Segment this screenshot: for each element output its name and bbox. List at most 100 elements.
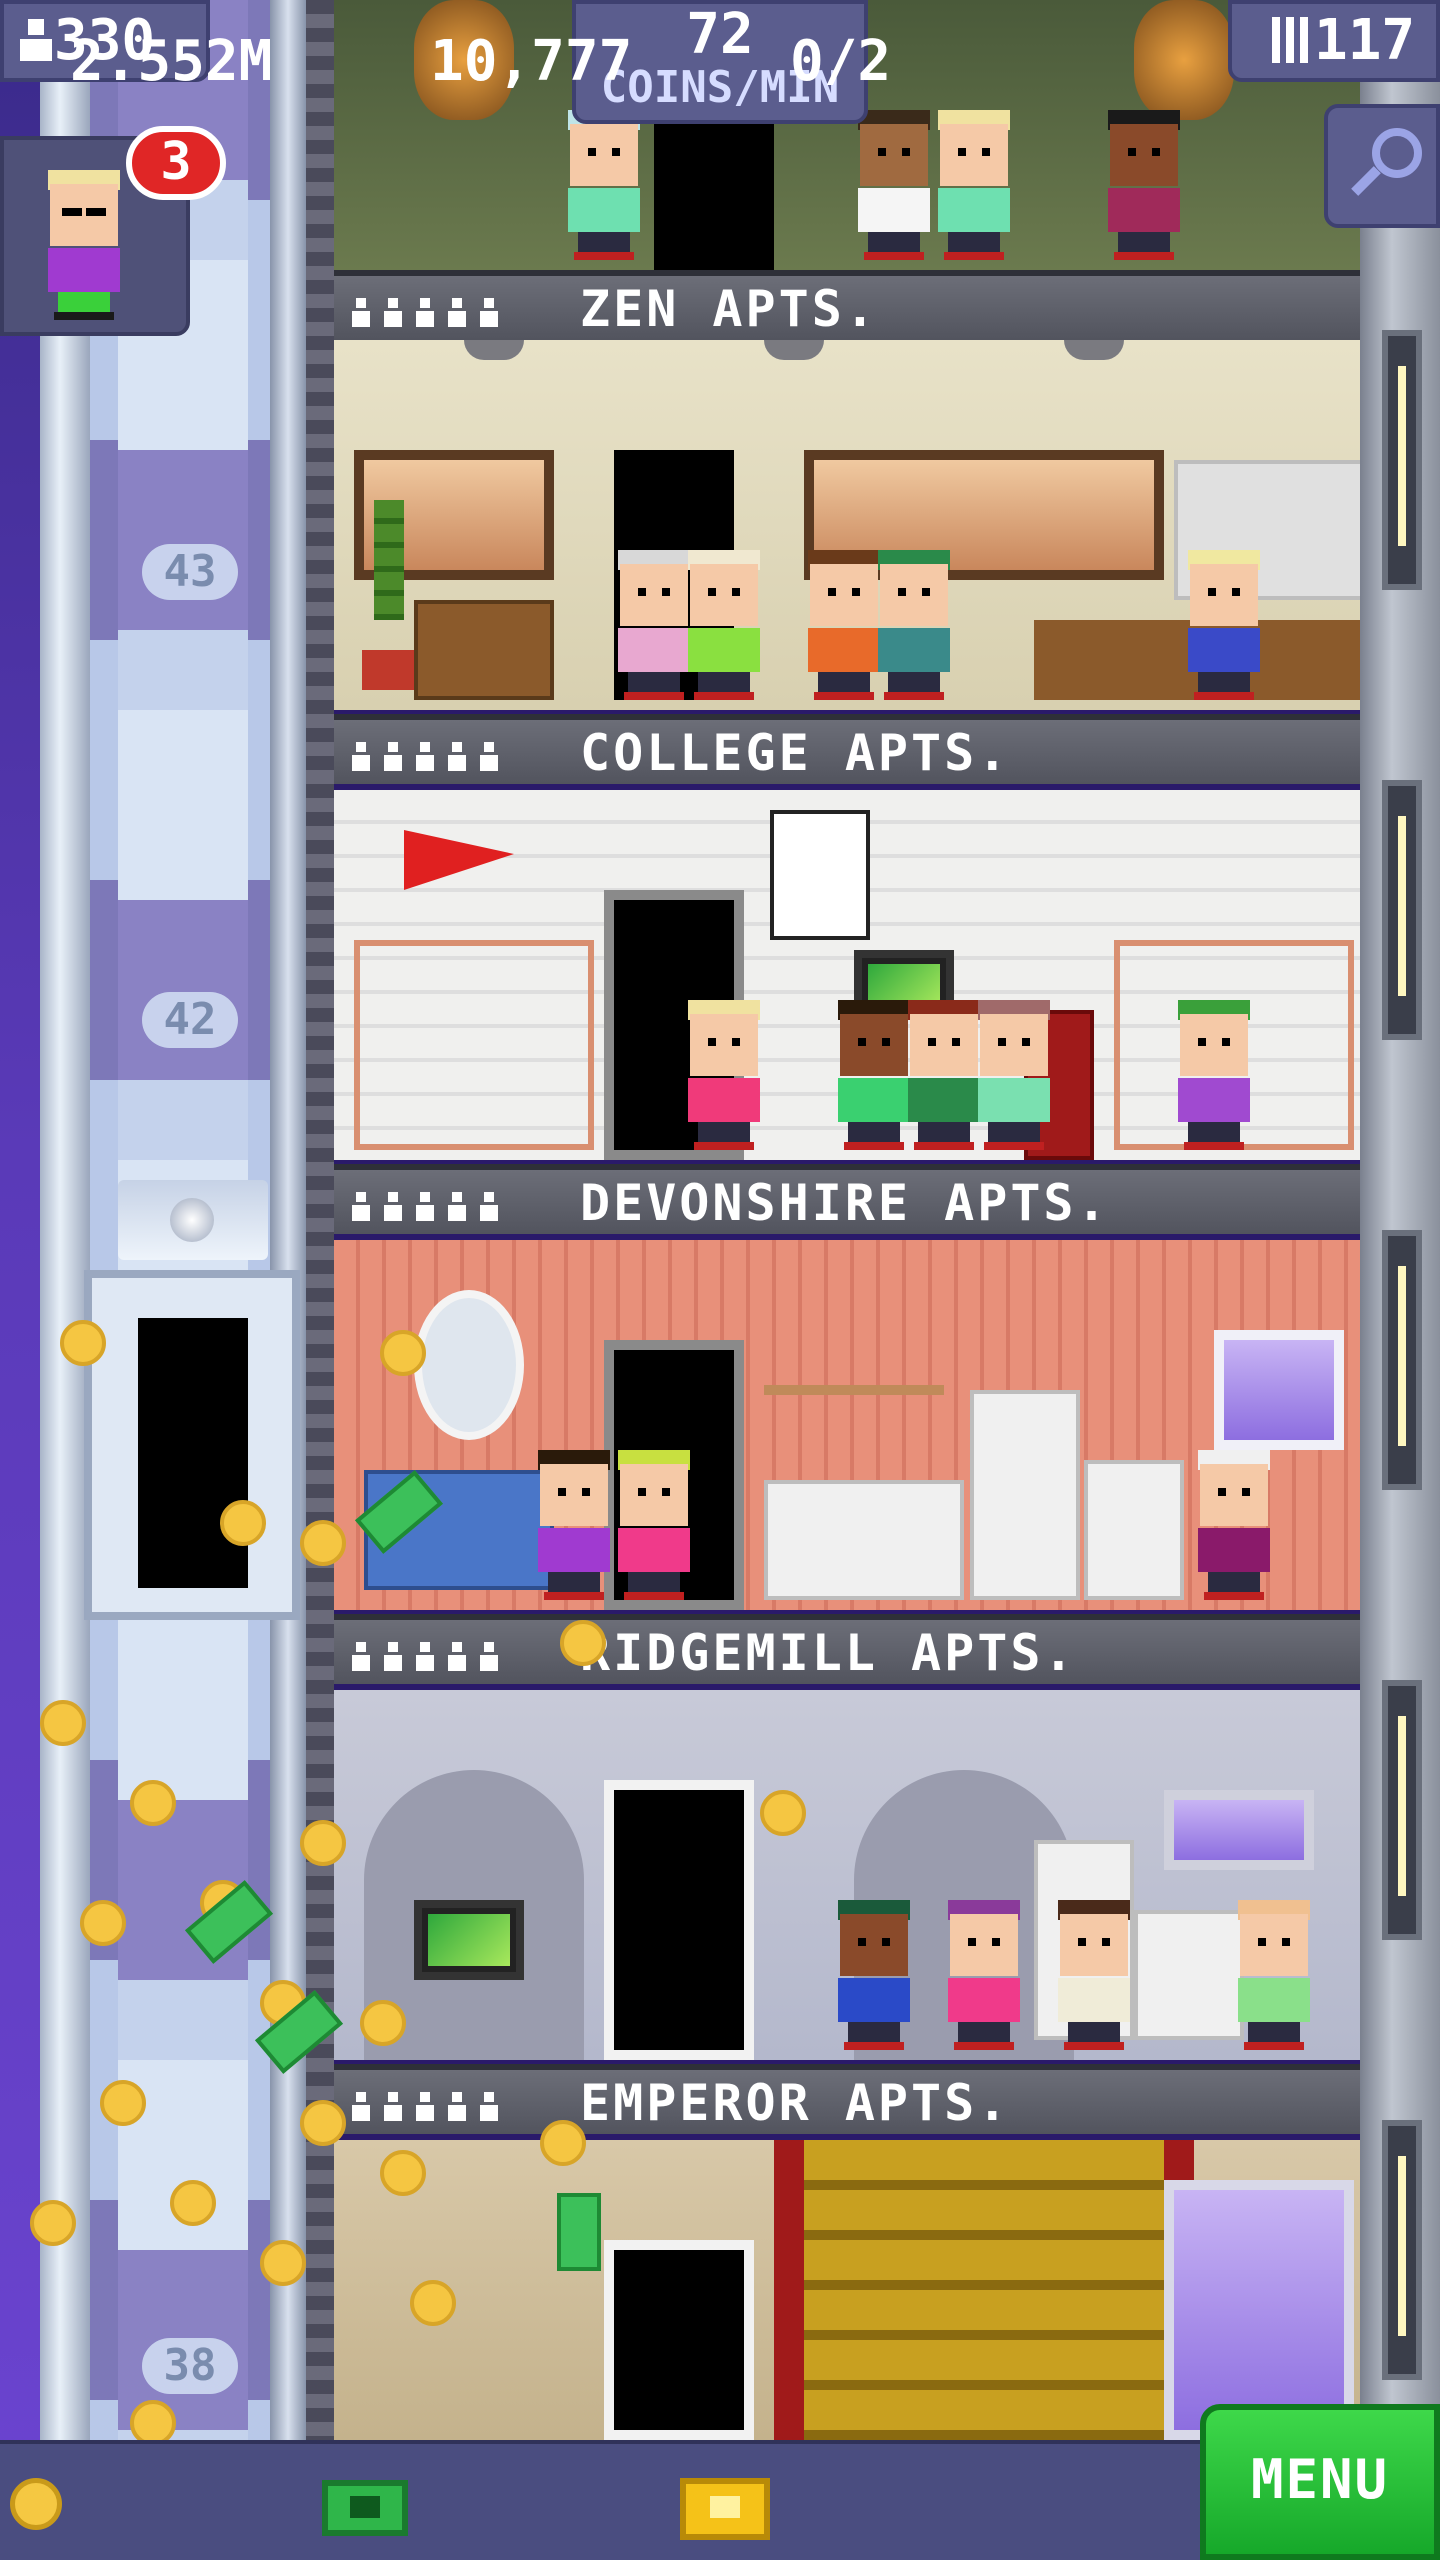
coins-balance[interactable]: 2.552M: [70, 22, 272, 102]
window: [1164, 1790, 1314, 1870]
resident-icon: [414, 2092, 436, 2122]
resident-icon: [478, 1192, 500, 1222]
falling-coin: [540, 2120, 586, 2166]
resident[interactable]: [614, 1450, 694, 1600]
resident-icon: [382, 298, 404, 328]
sky-background: [0, 0, 40, 2560]
notification-badge: 3: [126, 126, 226, 200]
elevator-pulley: [118, 1180, 268, 1260]
doorway: [604, 1780, 754, 2060]
shaft-floor-number: 38: [142, 2338, 238, 2394]
visitor-avatar: [44, 170, 124, 320]
falling-coin: [300, 1820, 346, 1866]
floor-devonshire[interactable]: DEVONSHIRE APTS.: [334, 790, 1360, 1240]
coin-icon: [10, 2478, 62, 2530]
resident-icon: [382, 1192, 404, 1222]
resident[interactable]: [684, 1000, 764, 1150]
resident-slots: [350, 1182, 500, 1222]
floor-nameplate: COLLEGE APTS.: [334, 714, 1360, 784]
floor-ridgemill[interactable]: RIDGEMILL APTS.: [334, 1240, 1360, 1690]
falling-coin: [60, 1320, 106, 1366]
falling-coin: [220, 1500, 266, 1546]
vip-count[interactable]: 0/2: [790, 22, 891, 102]
resident[interactable]: [1194, 1450, 1274, 1600]
floor-emperor[interactable]: EMPEROR APTS.: [334, 1690, 1360, 2140]
resident[interactable]: [974, 1000, 1054, 1150]
resident[interactable]: [904, 1000, 984, 1150]
falling-coin: [760, 1790, 806, 1836]
resident-icon: [414, 1192, 436, 1222]
resident-icon: [350, 2092, 372, 2122]
wall-shelf: [764, 1385, 944, 1395]
oval-mirror: [414, 1290, 524, 1440]
resident[interactable]: [834, 1000, 914, 1150]
resident-icon: [446, 2092, 468, 2122]
resident[interactable]: [534, 1450, 614, 1600]
floor-name: EMPEROR APTS.: [580, 2074, 1011, 2132]
floor-room: [334, 2140, 1360, 2440]
floor-nameplate: DEVONSHIRE APTS.: [334, 1164, 1360, 1234]
vip-ticket-icon: [680, 2478, 770, 2540]
doorway: [604, 2240, 754, 2440]
resident[interactable]: [1174, 1000, 1254, 1150]
shaft-rail-right: [270, 0, 306, 2440]
resident-icon: [446, 742, 468, 772]
resident-icon: [382, 742, 404, 772]
resident-icon: [446, 1192, 468, 1222]
ceiling-light: [1064, 340, 1124, 360]
falling-bux: [557, 2193, 601, 2271]
falling-coin: [260, 2240, 306, 2286]
resident[interactable]: [1234, 1900, 1314, 2050]
resident-icon: [350, 742, 372, 772]
floors-icon: [1272, 17, 1308, 63]
floor-room: [334, 340, 1360, 710]
search-icon-handle: [1351, 166, 1381, 196]
floor-college[interactable]: COLLEGE APTS.: [334, 340, 1360, 790]
resident-icon: [414, 1642, 436, 1672]
falling-coin: [40, 1700, 86, 1746]
bux-balance[interactable]: 10,777: [430, 22, 632, 102]
resident-icon: [478, 2092, 500, 2122]
resident-icon: [446, 1642, 468, 1672]
floor-nameplate: RIDGEMILL APTS.: [334, 1614, 1360, 1684]
resident[interactable]: [934, 110, 1014, 260]
fridge: [970, 1390, 1080, 1600]
falling-coin: [560, 1620, 606, 1666]
resident-icon: [382, 1642, 404, 1672]
resident-slots: [350, 288, 500, 328]
floors-counter[interactable]: 117: [1228, 0, 1440, 82]
plant-pot: [362, 650, 418, 690]
resident[interactable]: [834, 1900, 914, 2050]
resident[interactable]: [874, 550, 954, 700]
elevator-car[interactable]: [84, 1270, 300, 1620]
resident[interactable]: [944, 1900, 1024, 2050]
resident-icon: [350, 298, 372, 328]
floor-name: DEVONSHIRE APTS.: [580, 1174, 1110, 1232]
resident[interactable]: [1104, 110, 1184, 260]
resident-slots: [350, 2082, 500, 2122]
menu-button[interactable]: MENU: [1200, 2404, 1440, 2560]
floor-room: [334, 1240, 1360, 1610]
shaft-rail-left: [40, 0, 90, 2440]
falling-coin: [360, 2000, 406, 2046]
wall-light: [1382, 2120, 1422, 2380]
resident[interactable]: [1054, 1900, 1134, 2050]
window: [1214, 1330, 1344, 1450]
resident-icon: [350, 1642, 372, 1672]
floor-nameplate: EMPEROR APTS.: [334, 2064, 1360, 2134]
doorway: [654, 100, 774, 270]
window: [1164, 2180, 1354, 2440]
stove: [1084, 1460, 1184, 1600]
resident[interactable]: [564, 110, 644, 260]
floor-room: [334, 1690, 1360, 2060]
resident[interactable]: [684, 550, 764, 700]
computer-desk: [414, 1900, 524, 1980]
floor-partial[interactable]: [334, 2140, 1360, 2440]
resident[interactable]: [614, 550, 694, 700]
resident[interactable]: [1184, 550, 1264, 700]
resident[interactable]: [854, 110, 934, 260]
falling-coin: [380, 1330, 426, 1376]
search-button[interactable]: [1324, 104, 1440, 228]
resident[interactable]: [804, 550, 884, 700]
wall-light: [1382, 1230, 1422, 1490]
